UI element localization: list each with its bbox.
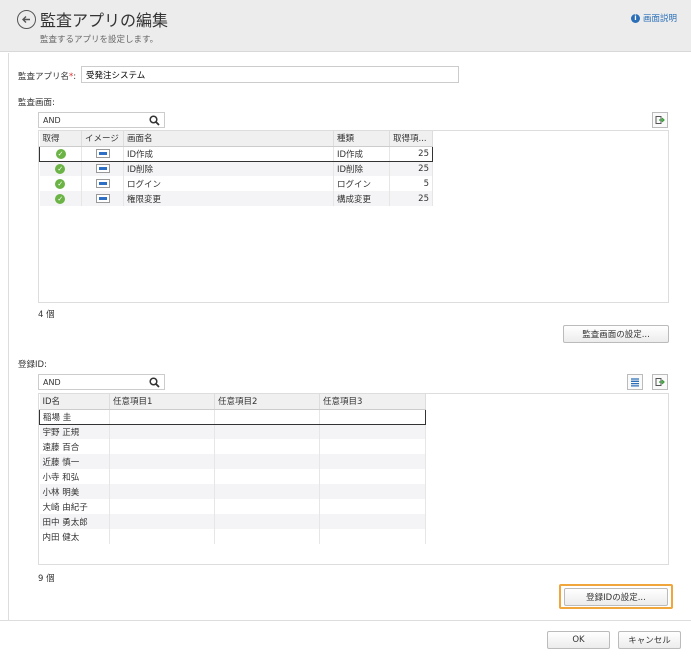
list-view-icon[interactable] [627, 374, 643, 390]
left-divider [8, 53, 9, 620]
screens-search-value: AND [43, 115, 61, 125]
table-row[interactable]: 稲場 圭 [39, 408, 426, 425]
info-icon: i [630, 13, 640, 23]
search-icon[interactable] [149, 377, 160, 388]
table-row[interactable]: 小寺 和弘 [39, 469, 426, 484]
export-icon[interactable] [652, 112, 668, 128]
ids-search-field[interactable]: AND [38, 374, 165, 390]
check-icon: ✓ [55, 148, 66, 159]
ids-grid: ID名 任意項目1 任意項目2 任意項目3 稲場 圭 宇野 正規 遠藤 百合 近… [38, 393, 669, 565]
ids-settings-button[interactable]: 登録IDの設定... [564, 588, 668, 606]
table-row[interactable]: ✓ ID作成 ID作成 25 [39, 145, 433, 162]
ids-section-label: 登録ID: [18, 360, 47, 370]
screens-table: 取得 イメージ 画面名 種類 取得項... ✓ ID作成 ID作成 25 ✓ I… [39, 131, 433, 206]
ok-button[interactable]: OK [547, 631, 610, 649]
back-arrow-icon[interactable] [17, 10, 36, 29]
table-row[interactable]: 宇野 正規 [39, 424, 426, 439]
screens-count: 4 個 [38, 310, 55, 320]
screen-thumbnail-icon [95, 163, 110, 173]
search-icon[interactable] [149, 115, 160, 126]
column-header[interactable]: 種類 [333, 131, 390, 147]
help-link[interactable]: i 画面説明 [630, 12, 677, 24]
check-icon: ✓ [55, 178, 66, 189]
column-header[interactable]: ID名 [39, 394, 110, 410]
column-header[interactable]: 任意項目1 [109, 394, 215, 410]
app-name-input[interactable] [81, 66, 459, 83]
table-row[interactable]: ✓ 権限変更 構成変更 25 [39, 191, 433, 206]
column-header[interactable]: 画面名 [123, 131, 334, 147]
check-icon: ✓ [55, 193, 66, 204]
column-header[interactable]: 取得 [39, 131, 82, 147]
ids-table: ID名 任意項目1 任意項目2 任意項目3 稲場 圭 宇野 正規 遠藤 百合 近… [39, 394, 426, 544]
screens-section-label: 監査画面: [18, 98, 55, 108]
table-row[interactable]: 田中 勇太郎 [39, 514, 426, 529]
column-header[interactable]: 任意項目3 [319, 394, 426, 410]
table-row[interactable]: 大崎 由紀子 [39, 499, 426, 514]
table-row[interactable]: 内田 健太 [39, 529, 426, 544]
table-row[interactable]: ✓ ログイン ログイン 5 [39, 176, 433, 191]
column-header[interactable]: イメージ [81, 131, 124, 147]
table-row[interactable]: 近藤 慎一 [39, 454, 426, 469]
screens-search-field[interactable]: AND [38, 112, 165, 128]
table-row[interactable]: 遠藤 百合 [39, 439, 426, 454]
screens-grid: 取得 イメージ 画面名 種類 取得項... ✓ ID作成 ID作成 25 ✓ I… [38, 130, 669, 303]
table-row[interactable]: 小林 明美 [39, 484, 426, 499]
page-header: 監査アプリの編集 監査するアプリを設定します。 i 画面説明 [0, 0, 691, 52]
ids-table-header: ID名 任意項目1 任意項目2 任意項目3 [39, 394, 426, 410]
app-name-label: 監査アプリ名*: [18, 72, 77, 82]
screen-thumbnail-icon [95, 178, 110, 188]
column-header[interactable]: 任意項目2 [214, 394, 320, 410]
page-title: 監査アプリの編集 [40, 11, 169, 30]
screen-thumbnail-icon [95, 193, 110, 203]
screens-table-header: 取得 イメージ 画面名 種類 取得項... [39, 131, 433, 147]
table-row[interactable]: ✓ ID削除 ID削除 25 [39, 161, 433, 176]
column-header[interactable]: 取得項... [389, 131, 433, 147]
check-icon: ✓ [55, 163, 66, 174]
ids-search-value: AND [43, 377, 61, 387]
page-subtitle: 監査するアプリを設定します。 [40, 35, 159, 45]
ids-count: 9 個 [38, 574, 55, 584]
help-label: 画面説明 [642, 14, 677, 24]
export-icon[interactable] [652, 374, 668, 390]
screens-settings-button[interactable]: 監査画面の設定... [563, 325, 669, 343]
screen-thumbnail-icon [95, 148, 110, 158]
footer-divider [0, 620, 691, 621]
cancel-button[interactable]: キャンセル [618, 631, 681, 649]
